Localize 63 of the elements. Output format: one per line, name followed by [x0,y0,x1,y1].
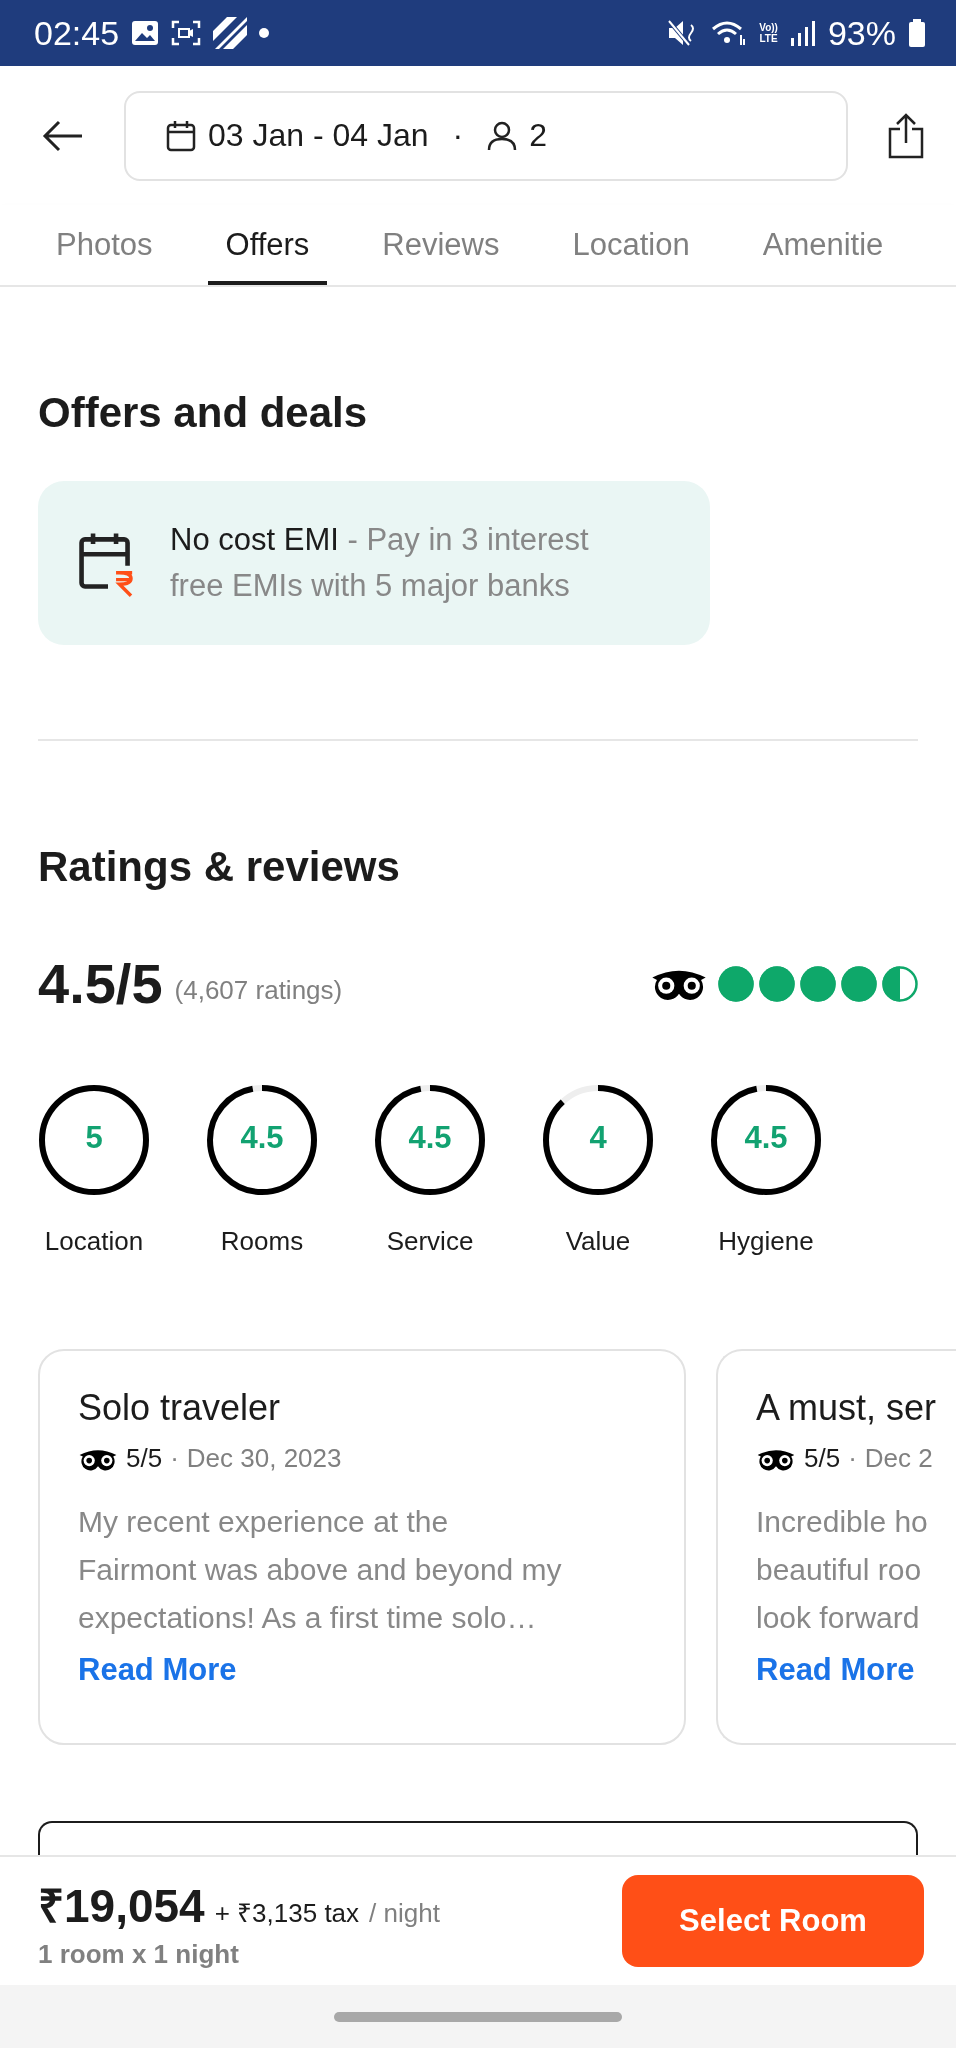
screen-record-icon [171,20,202,46]
rating-value: 4 [588,1120,608,1156]
rating-label: Rooms [220,1226,304,1257]
rating-label: Hygiene [718,1226,814,1257]
date-guest-selector[interactable]: 03 Jan - 04 Jan · 2 [124,90,848,181]
calendar-icon [166,119,196,152]
stay-summary: 1 room x 1 night [38,1938,240,1970]
review-title: Solo traveler [78,1387,282,1429]
read-more-link[interactable]: Read More [756,1652,915,1688]
review-title: A must, ser [756,1387,938,1429]
rating-label: Service [386,1226,474,1257]
battery-percent: 93% [827,13,896,53]
tab[interactable]: Photos [56,205,153,285]
review-date: Dec 2 [864,1443,933,1474]
ratings-count: (4,607 ratings) [174,975,343,1006]
offer-card[interactable]: No cost EMI - Pay in 3 interest free EMIs with 5 major banks [38,481,710,645]
review-score: 5/5 [126,1443,163,1474]
select-room-button[interactable]: Select Room [622,1875,924,1967]
price: ₹19,054 [38,1878,205,1934]
review-card[interactable]: Solo traveler 5/5 · Dec 30, 2023 My recent experience at the Fairmont was above and beyond my expectations! As a first time solo… Read More [38,1349,686,1745]
review-date: Dec 30, 2023 [186,1443,342,1474]
dot-icon [259,28,270,38]
person-icon [487,120,518,151]
volte-label: Vo)) LTE [759,22,778,44]
separator-dot: · [452,117,464,154]
overall-score: 4.5/5 [38,951,163,1016]
rating-dot [718,965,754,1002]
tab[interactable]: Reviews [382,205,500,285]
offer-text: No cost EMI - Pay in 3 interest free EMIs with 5 major banks [170,521,590,605]
rating-dot [841,965,877,1002]
share-button[interactable] [888,112,924,159]
review-text: Incredible ho beautiful roo look forward [756,1504,929,1636]
image-icon [131,20,160,46]
battery-icon [908,19,926,47]
rating-dot [882,965,918,1002]
tab[interactable]: Location [572,205,690,285]
review-score: 5/5 [804,1443,841,1474]
gesture-handle[interactable] [334,2011,622,2022]
back-button[interactable] [42,119,84,152]
separator-dot: · [170,1443,179,1474]
rating-value: 4.5 [407,1120,453,1156]
price-unit: / night [369,1897,440,1929]
date-range: 03 Jan - 04 Jan [208,117,429,154]
tab[interactable]: Amenitie [762,205,884,285]
signal-icon [789,20,816,46]
review-text: My recent experience at the Fairmont was above and beyond my expectations! As a first time solo… [78,1504,563,1636]
rating-value: 4.5 [743,1120,789,1156]
stripes-icon [213,17,248,49]
rating-value: 4.5 [239,1120,285,1156]
wifi-icon [711,19,748,47]
clock-time: 02:45 [34,13,120,53]
rating-dot [800,965,836,1002]
rating-value: 5 [84,1120,104,1156]
read-more-link[interactable]: Read More [78,1652,237,1688]
separator-dot: · [848,1443,857,1474]
guest-count: 2 [529,117,548,154]
section-title: Ratings & reviews [38,843,401,891]
rating-dot [759,965,795,1002]
rating-label: Location [44,1226,144,1257]
review-card[interactable]: A must, ser 5/5 · Dec 2 Incredible ho beautiful roo look forward Read More [716,1349,956,1745]
section-title: Offers and deals [38,389,369,437]
tax-amount: + ₹3,135 tax [214,1896,360,1930]
rating-label: Value [565,1226,631,1257]
